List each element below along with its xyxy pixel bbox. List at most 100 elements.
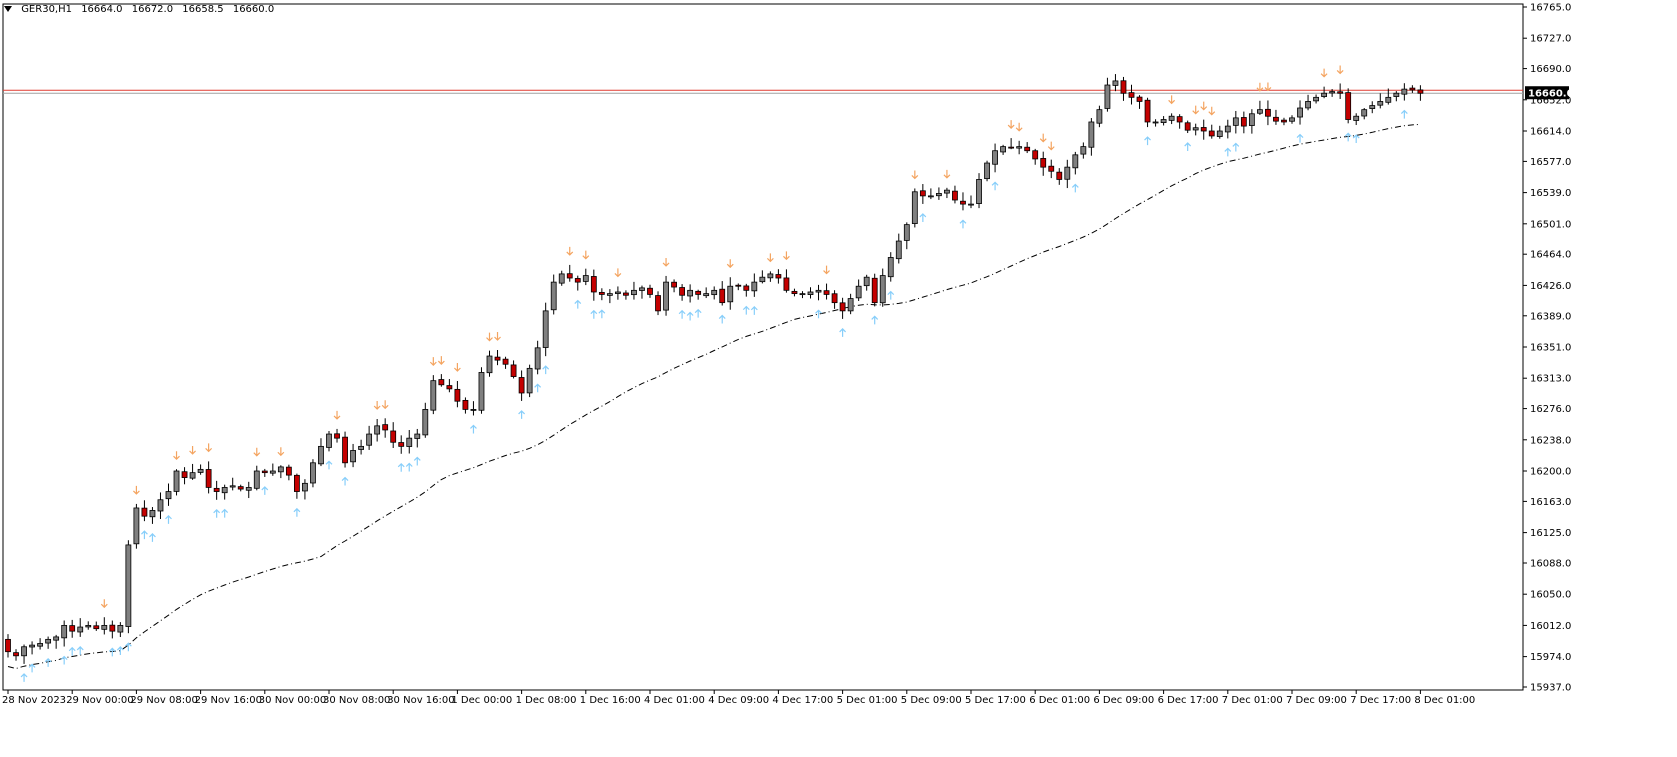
candle-body[interactable] [334,433,340,439]
candle-body[interactable] [895,240,902,260]
candle-body[interactable] [1112,80,1119,86]
candle-body[interactable] [663,281,669,311]
candle-body[interactable] [1353,115,1360,121]
candle-body[interactable] [783,277,790,291]
candle-body[interactable] [21,646,27,657]
candle-body[interactable] [117,625,124,633]
candle-body[interactable] [751,281,758,292]
candle-body[interactable] [205,469,212,488]
candle-body[interactable] [1192,127,1199,131]
candle-body[interactable] [823,290,830,295]
candle-body[interactable] [1385,96,1392,103]
candle-body[interactable] [478,372,485,411]
candle-body[interactable] [743,285,750,291]
candle-body[interactable] [775,274,782,279]
candle-body[interactable] [229,485,236,488]
candle-body[interactable] [671,281,677,288]
candle-body[interactable] [510,364,517,377]
candle-body[interactable] [390,430,397,443]
candle-body[interactable] [366,433,373,446]
candle-body[interactable] [213,487,220,492]
candle-body[interactable] [5,638,11,653]
candle-body[interactable] [29,644,35,648]
candle-body[interactable] [1345,92,1352,120]
candle-body[interactable] [1000,146,1006,153]
candle-body[interactable] [1361,109,1368,117]
candle-body[interactable] [382,424,389,431]
candle-body[interactable] [534,347,541,370]
candle-body[interactable] [1008,146,1015,149]
candle-body[interactable] [101,625,108,630]
candle-body[interactable] [574,278,581,283]
candle-body[interactable] [197,468,204,473]
candle-body[interactable] [887,257,894,278]
candle-body[interactable] [1176,116,1183,123]
candle-body[interactable] [398,442,405,447]
candle-body[interactable] [1024,146,1031,152]
candle-body[interactable] [1144,99,1151,123]
candle-body[interactable] [1088,121,1095,148]
candle-body[interactable] [1104,84,1111,109]
candle-body[interactable] [944,189,950,194]
candle-body[interactable] [1401,88,1408,95]
candle-body[interactable] [93,625,100,630]
candle-body[interactable] [1337,91,1344,94]
candle-body[interactable] [350,450,356,463]
candle-body[interactable] [1240,117,1247,127]
candle-body[interactable] [470,409,477,411]
candle-body[interactable] [53,636,60,641]
candle-body[interactable] [791,290,798,295]
candle-body[interactable] [494,356,501,361]
candle-body[interactable] [807,291,814,295]
candle-body[interactable] [1281,119,1287,123]
candle-body[interactable] [936,193,942,197]
candle-body[interactable] [261,470,268,474]
candle-body[interactable] [695,290,702,295]
candle-body[interactable] [293,474,300,492]
candle-body[interactable] [414,433,421,439]
candle-body[interactable] [799,293,806,296]
candle-body[interactable] [1265,108,1271,117]
candle-body[interactable] [1016,146,1023,149]
candle-body[interactable] [647,287,653,295]
candle-body[interactable] [1377,101,1384,106]
candle-body[interactable] [277,466,284,473]
candle-body[interactable] [1048,165,1055,172]
candle-body[interactable] [462,399,469,410]
candle-body[interactable] [446,385,453,390]
candle-body[interactable] [1136,96,1143,102]
candle-body[interactable] [558,273,565,284]
candle-body[interactable] [157,499,164,512]
candle-body[interactable] [1056,171,1063,180]
candle-body[interactable] [1128,92,1135,98]
candle-body[interactable] [165,491,172,500]
candle-body[interactable] [1152,121,1159,124]
candle-body[interactable] [1216,130,1223,137]
candle-body[interactable] [1232,117,1239,126]
candle-body[interactable] [871,277,878,304]
candle-body[interactable] [69,625,76,632]
candle-body[interactable] [45,638,52,644]
candle-body[interactable] [1200,127,1207,132]
candle-body[interactable] [245,487,252,491]
candle-body[interactable] [1257,109,1263,114]
candle-body[interactable] [847,298,854,312]
candle-body[interactable] [1032,150,1039,160]
candle-body[interactable] [1072,154,1079,169]
candle-body[interactable] [831,293,838,304]
candle-body[interactable] [326,433,332,448]
chart-area[interactable]: 16765.0 16727.0 16690.0 16652.0 16614.0 16577… [0,0,1677,757]
candle-body[interactable] [1184,122,1191,131]
candle-body[interactable] [639,287,645,291]
candle-body[interactable] [173,470,180,492]
candle-body[interactable] [582,275,589,282]
candle-body[interactable] [550,281,557,311]
candle-body[interactable] [1417,89,1424,94]
candle-body[interactable] [839,302,846,312]
candle-body[interactable] [237,486,244,490]
candle-body[interactable] [767,273,774,279]
candle-body[interactable] [406,437,413,447]
candle-body[interactable] [1096,109,1103,124]
candle-body[interactable] [879,275,886,304]
candle-body[interactable] [1064,166,1071,180]
